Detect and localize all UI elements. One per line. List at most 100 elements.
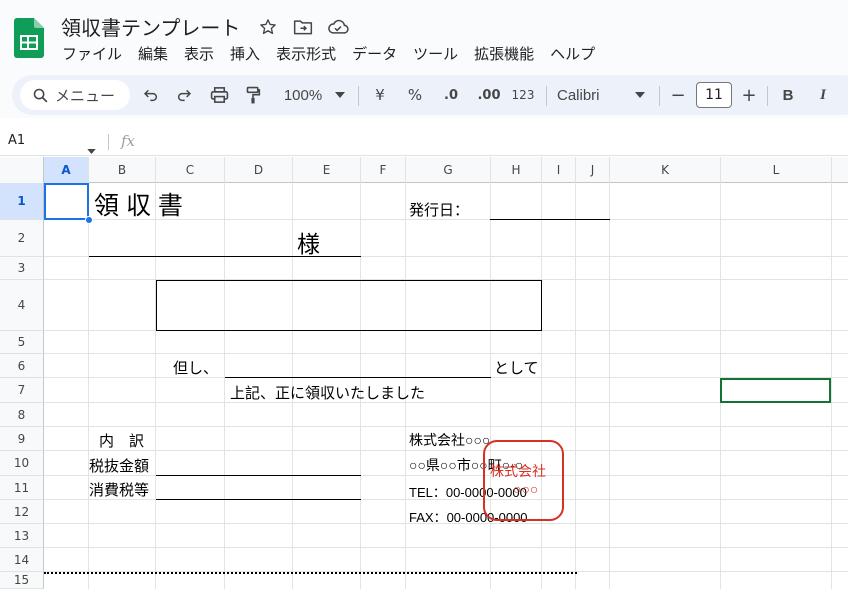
select-all-corner[interactable] bbox=[0, 157, 44, 183]
row-header-9[interactable]: 9 bbox=[0, 427, 44, 451]
pretax-underline bbox=[156, 475, 361, 476]
row-header-13[interactable]: 13 bbox=[0, 524, 44, 548]
row-header-3[interactable]: 3 bbox=[0, 257, 44, 280]
column-header-c[interactable]: C bbox=[156, 157, 225, 183]
breakdown-label: 内 訳 bbox=[99, 433, 145, 450]
decrease-decimal-button[interactable]: .0 bbox=[438, 82, 464, 108]
gridline bbox=[44, 426, 848, 427]
row-header-1[interactable]: 1 bbox=[0, 183, 44, 220]
document-title[interactable]: 領収書テンプレート bbox=[61, 12, 240, 41]
formula-divider bbox=[108, 134, 109, 150]
decrease-font-size-button[interactable]: − bbox=[668, 82, 688, 108]
toolbar-divider bbox=[659, 86, 660, 106]
honorific-label: 様 bbox=[297, 231, 320, 257]
row-header-15[interactable]: 15 bbox=[0, 572, 44, 589]
sheets-logo-icon[interactable] bbox=[14, 18, 44, 58]
paint-format-icon[interactable] bbox=[242, 82, 264, 108]
redo-icon[interactable] bbox=[173, 82, 195, 108]
tax-label: 消費税等 bbox=[89, 482, 150, 499]
proviso-underline bbox=[225, 377, 491, 378]
menu-view[interactable]: 表示 bbox=[176, 42, 222, 66]
menu-format[interactable]: 表示形式 bbox=[268, 42, 344, 66]
row-header-7[interactable]: 7 bbox=[0, 378, 44, 403]
spreadsheet-grid[interactable]: A B C D E F G H I J K L 1 2 3 4 5 6 7 8 … bbox=[0, 157, 848, 589]
column-header-e[interactable]: E bbox=[293, 157, 361, 183]
row-header-10[interactable]: 10 bbox=[0, 451, 44, 476]
gridline bbox=[609, 183, 610, 589]
tax-underline bbox=[156, 499, 361, 500]
gridline bbox=[44, 547, 848, 548]
received-text: 上記、正に領収いたしました bbox=[230, 385, 426, 402]
currency-format-button[interactable]: ¥ bbox=[370, 82, 390, 108]
fill-handle[interactable] bbox=[85, 216, 93, 224]
menu-edit[interactable]: 編集 bbox=[130, 42, 176, 66]
row-header-8[interactable]: 8 bbox=[0, 403, 44, 427]
amount-box[interactable] bbox=[156, 280, 542, 331]
name-box[interactable]: A1 bbox=[8, 133, 25, 148]
column-header-g[interactable]: G bbox=[406, 157, 491, 183]
increase-decimal-button[interactable]: .00 bbox=[474, 82, 504, 108]
menu-search-label: メニュー bbox=[55, 86, 116, 105]
gridline bbox=[224, 183, 225, 589]
bold-button[interactable]: B bbox=[778, 82, 798, 108]
row-header-14[interactable]: 14 bbox=[0, 548, 44, 572]
zoom-select[interactable]: 100% bbox=[279, 82, 327, 108]
column-header-j[interactable]: J bbox=[576, 157, 610, 183]
column-header-l[interactable]: L bbox=[721, 157, 832, 183]
seal-text-line1: 株式会社 bbox=[490, 463, 546, 479]
cloud-saved-icon[interactable] bbox=[327, 16, 349, 38]
column-header-b[interactable]: B bbox=[89, 157, 156, 183]
recipient-underline bbox=[89, 256, 361, 257]
toolbar-divider bbox=[546, 86, 547, 106]
font-family-select[interactable]: Calibri bbox=[557, 82, 613, 108]
cut-line bbox=[44, 572, 577, 574]
search-icon bbox=[33, 88, 48, 102]
toolbar: メニュー 100% ¥ % .0 .00 123 Calibri − 11 + … bbox=[0, 72, 848, 118]
column-header-a[interactable]: A bbox=[44, 157, 89, 183]
font-dropdown-icon[interactable] bbox=[633, 82, 647, 108]
menu-file[interactable]: ファイル bbox=[54, 42, 130, 66]
increase-font-size-button[interactable]: + bbox=[739, 82, 759, 108]
italic-button[interactable]: I bbox=[813, 82, 833, 108]
star-icon[interactable] bbox=[257, 16, 279, 38]
column-header-f[interactable]: F bbox=[361, 157, 406, 183]
number-format-button[interactable]: 123 bbox=[510, 82, 536, 108]
move-to-folder-icon[interactable] bbox=[292, 16, 314, 38]
decrease-decimal-label: .0 bbox=[444, 87, 458, 103]
font-size-input[interactable]: 11 bbox=[696, 82, 732, 108]
row-header-12[interactable]: 12 bbox=[0, 500, 44, 524]
menu-tools[interactable]: ツール bbox=[405, 42, 466, 66]
row-header-11[interactable]: 11 bbox=[0, 476, 44, 500]
column-header-k[interactable]: K bbox=[610, 157, 721, 183]
gridline bbox=[490, 183, 491, 589]
gridline bbox=[155, 183, 156, 589]
row-header-5[interactable]: 5 bbox=[0, 331, 44, 354]
row-header-6[interactable]: 6 bbox=[0, 354, 44, 378]
zoom-dropdown-icon[interactable] bbox=[333, 82, 347, 108]
gridline bbox=[44, 450, 848, 451]
percent-format-button[interactable]: % bbox=[404, 82, 426, 108]
receipt-title: 領 収 書 bbox=[94, 192, 183, 220]
menu-bar: ファイル 編集 表示 挿入 表示形式 データ ツール 拡張機能 ヘルプ bbox=[54, 42, 603, 66]
formula-input[interactable] bbox=[145, 130, 845, 154]
issue-date-underline bbox=[490, 219, 610, 220]
gridline bbox=[541, 183, 542, 589]
title-bar: 領収書テンプレート ファイル 編集 表示 挿入 表示形式 データ ツール 拡張機… bbox=[0, 0, 848, 72]
active-cell-a1[interactable] bbox=[44, 183, 89, 220]
menu-data[interactable]: データ bbox=[344, 42, 405, 66]
menu-help[interactable]: ヘルプ bbox=[542, 42, 603, 66]
menu-extensions[interactable]: 拡張機能 bbox=[466, 42, 542, 66]
gridline bbox=[831, 183, 832, 589]
print-icon[interactable] bbox=[207, 82, 231, 108]
name-box-dropdown-icon[interactable] bbox=[87, 139, 96, 158]
column-header-d[interactable]: D bbox=[225, 157, 293, 183]
fx-icon: fx bbox=[121, 132, 136, 150]
undo-icon[interactable] bbox=[140, 82, 162, 108]
menu-search-box[interactable]: メニュー bbox=[20, 80, 130, 110]
menu-insert[interactable]: 挿入 bbox=[222, 42, 268, 66]
column-header-i[interactable]: I bbox=[542, 157, 576, 183]
row-header-4[interactable]: 4 bbox=[0, 280, 44, 331]
row-header-2[interactable]: 2 bbox=[0, 220, 44, 257]
column-header-h[interactable]: H bbox=[491, 157, 542, 183]
formula-bar: A1 fx bbox=[0, 128, 848, 156]
